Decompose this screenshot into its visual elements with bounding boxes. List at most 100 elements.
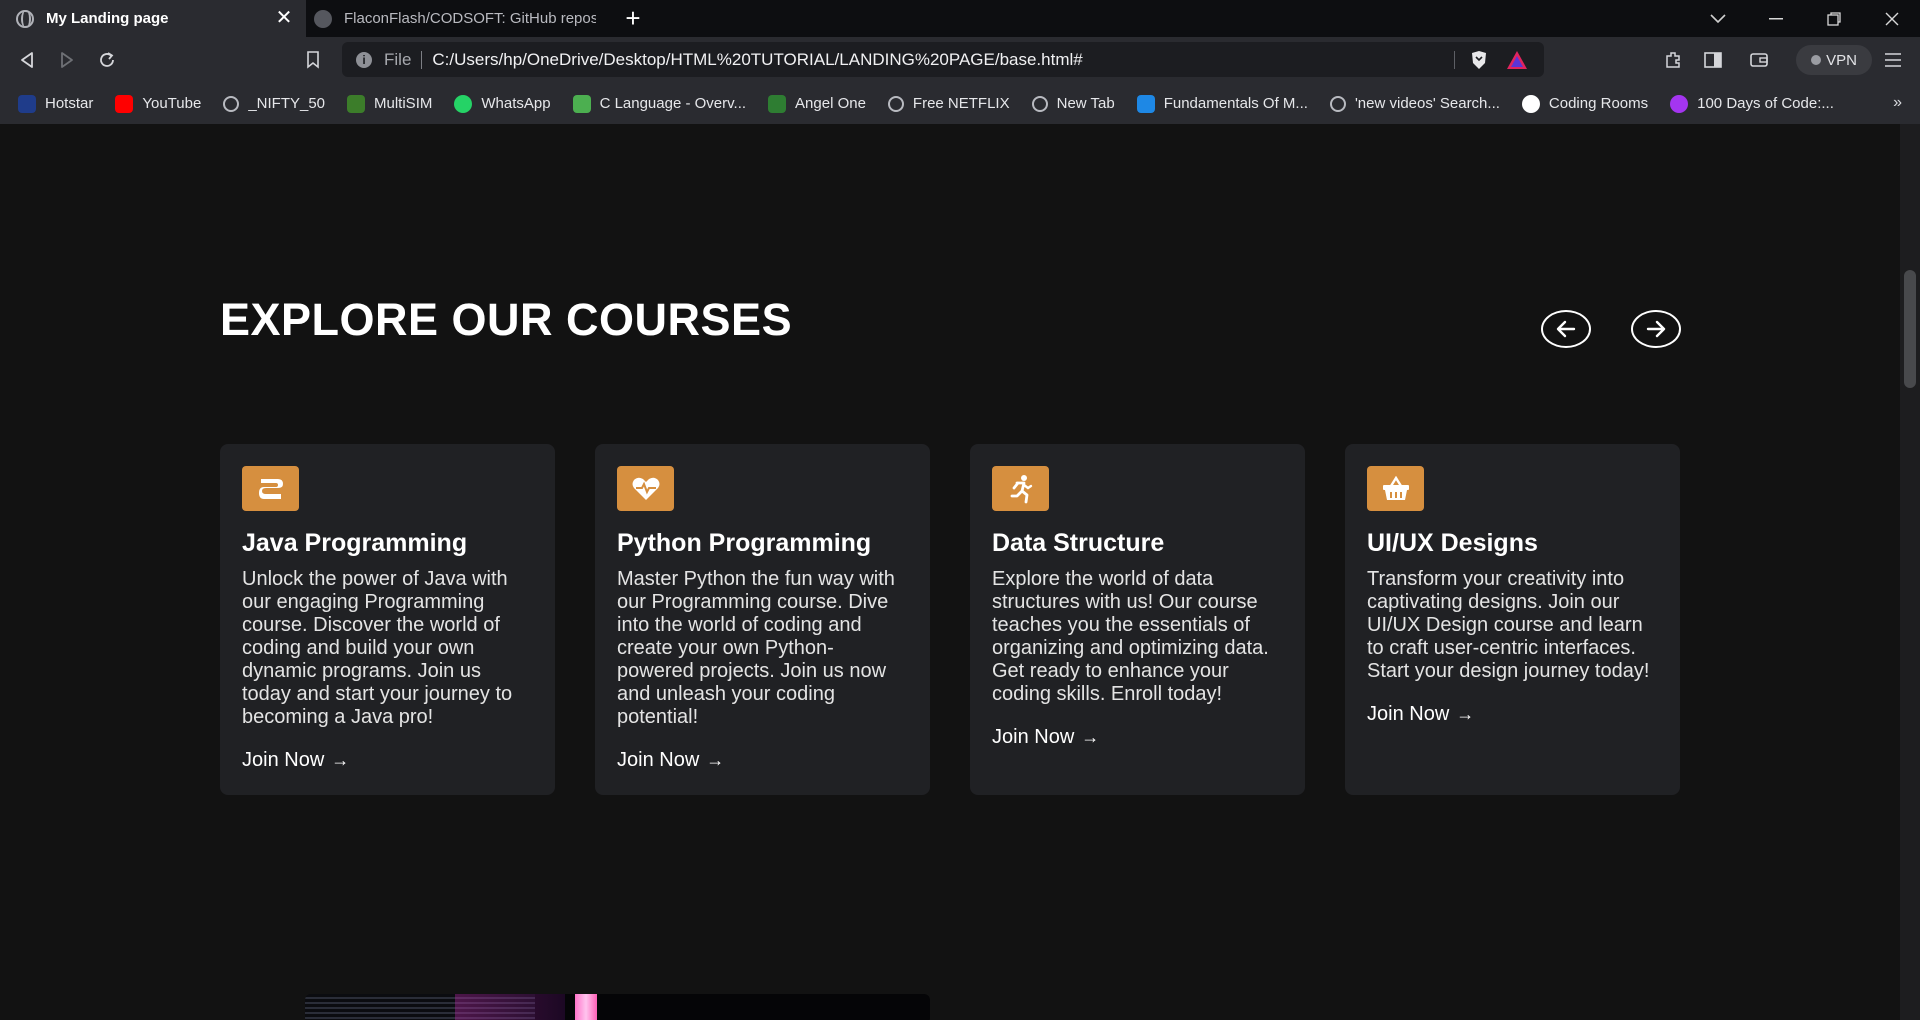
address-bar[interactable]: i File C:/Users/hp/OneDrive/Desktop/HTML… — [342, 42, 1544, 77]
bookmark-item[interactable]: Fundamentals Of M... — [1136, 94, 1308, 113]
coding-rooms-icon — [1521, 94, 1540, 113]
bookmark-label: _NIFTY_50 — [248, 95, 326, 112]
arrow-right-icon: → — [1456, 704, 1475, 724]
globe-icon — [887, 95, 904, 112]
udemy-icon — [1670, 94, 1689, 113]
vpn-status-icon — [1811, 55, 1822, 65]
course-card-python: Python Programming Master Python the fun… — [595, 444, 930, 795]
bookmark-item[interactable]: C Language - Overv... — [572, 94, 747, 113]
vpn-label: VPN — [1826, 51, 1857, 69]
heart-pulse-icon — [617, 466, 674, 511]
minimize-button[interactable] — [1748, 0, 1804, 37]
bookmark-label: New Tab — [1056, 95, 1115, 112]
vpn-button[interactable]: VPN — [1796, 45, 1872, 75]
bookmark-label: Coding Rooms — [1548, 95, 1649, 112]
running-person-icon — [992, 466, 1049, 511]
join-now-label: Join Now — [992, 726, 1075, 748]
back-button[interactable] — [12, 45, 42, 75]
course-title: Python Programming — [617, 529, 872, 557]
tab-title: FlaconFlash/CODSOFT: GitHub reposit — [344, 10, 596, 27]
bookmarks-overflow-icon[interactable]: » — [1893, 94, 1902, 112]
page-viewport: EXPLORE OUR COURSES Java Programming Unl… — [0, 124, 1900, 1020]
bookmark-item[interactable]: 'new videos' Search... — [1329, 95, 1500, 112]
course-description: Unlock the power of Java with our engagi… — [242, 568, 513, 728]
carousel-next-button[interactable] — [1631, 310, 1681, 348]
tab-search-dropdown-icon[interactable] — [1690, 0, 1746, 37]
course-card-java: Java Programming Unlock the power of Jav… — [220, 444, 555, 795]
tab-strip: My Landing page ✕ FlaconFlash/CODSOFT: G… — [0, 0, 1920, 37]
scrollbar-thumb[interactable] — [1904, 270, 1916, 388]
course-card-ui-ux: UI/UX Designs Transform your creativity … — [1345, 444, 1680, 795]
course-title: UI/UX Designs — [1367, 529, 1538, 557]
arrow-right-icon: → — [706, 750, 725, 770]
bookmark-item[interactable]: _NIFTY_50 — [223, 95, 325, 112]
reload-button[interactable] — [92, 45, 122, 75]
close-window-button[interactable] — [1864, 0, 1920, 37]
join-now-link[interactable]: Join Now → — [242, 749, 533, 772]
angel-one-icon — [768, 94, 787, 113]
wallet-icon[interactable] — [1744, 45, 1774, 75]
bookmark-page-icon[interactable] — [298, 45, 328, 75]
course-description: Master Python the fun way with our Progr… — [617, 568, 895, 728]
brave-shields-icon[interactable] — [1470, 50, 1488, 75]
bookmark-label: C Language - Overv... — [599, 95, 747, 112]
bookmark-item[interactable]: 100 Days of Code:... — [1670, 94, 1834, 113]
globe-icon — [1031, 95, 1048, 112]
globe-icon — [223, 95, 240, 112]
course-description: Explore the world of data structures wit… — [992, 568, 1269, 705]
new-tab-button[interactable]: + — [618, 2, 648, 34]
youtube-icon — [115, 94, 134, 113]
tab-close-icon[interactable]: ✕ — [272, 6, 296, 30]
image-light-strip — [575, 994, 597, 1020]
arrow-right-icon: → — [1081, 727, 1100, 747]
bookmark-label: Fundamentals Of M... — [1163, 95, 1308, 112]
restore-button[interactable] — [1806, 0, 1862, 37]
brave-rewards-icon[interactable] — [1506, 50, 1528, 75]
extensions-icon[interactable] — [1658, 45, 1688, 75]
scribd-icon — [1136, 94, 1155, 113]
sidebar-toggle-icon[interactable] — [1698, 45, 1728, 75]
bookmark-item[interactable]: MultiSIM — [347, 94, 432, 113]
shopping-basket-icon — [1367, 466, 1424, 511]
section-preview-image — [305, 994, 930, 1020]
menu-icon[interactable] — [1878, 45, 1908, 75]
url-text[interactable]: C:/Users/hp/OneDrive/Desktop/HTML%20TUTO… — [432, 50, 1082, 70]
bookmark-item[interactable]: New Tab — [1031, 95, 1115, 112]
course-title: Data Structure — [992, 529, 1165, 557]
forward-button[interactable] — [52, 45, 82, 75]
globe-icon — [16, 9, 34, 28]
course-description: Transform your creativity into captivati… — [1367, 568, 1650, 682]
bookmark-item[interactable]: Angel One — [768, 94, 866, 113]
bookmark-label: Free NETFLIX — [912, 95, 1010, 112]
github-icon — [314, 9, 332, 28]
section-title: EXPLORE OUR COURSES — [220, 294, 793, 345]
bookmark-item[interactable]: Free NETFLIX — [887, 95, 1010, 112]
tab-my-landing-page[interactable]: My Landing page ✕ — [0, 0, 306, 37]
carousel-prev-button[interactable] — [1541, 310, 1591, 348]
hotstar-icon — [18, 94, 36, 113]
join-now-link[interactable]: Join Now → — [617, 749, 908, 772]
bookmarks-bar: Hotstar YouTube _NIFTY_50 MultiSIM WhatsApp C… — [0, 83, 1920, 124]
bookmark-item[interactable]: WhatsApp — [454, 94, 551, 113]
tutorialspoint-icon — [572, 94, 591, 113]
bookmark-item[interactable]: Hotstar — [18, 94, 94, 113]
divider — [421, 50, 423, 69]
join-now-link[interactable]: Join Now → — [1367, 703, 1658, 726]
tab-title: My Landing page — [46, 10, 169, 27]
bookmark-label: 100 Days of Code:... — [1697, 95, 1834, 112]
site-info-icon[interactable]: i — [356, 51, 372, 68]
bookmark-item[interactable]: Coding Rooms — [1521, 94, 1649, 113]
bookmark-item[interactable]: YouTube — [115, 94, 201, 113]
arrow-right-icon — [1646, 320, 1666, 338]
whatsapp-icon — [454, 94, 473, 113]
page-scrollbar[interactable] — [1900, 124, 1920, 1020]
tab-github[interactable]: FlaconFlash/CODSOFT: GitHub reposit — [308, 0, 598, 37]
bookmark-label: 'new videos' Search... — [1354, 95, 1500, 112]
course-title: Java Programming — [242, 529, 468, 557]
join-now-label: Join Now — [617, 749, 700, 771]
globe-icon — [1329, 95, 1346, 112]
bookmark-label: Hotstar — [45, 95, 94, 112]
navigation-bar: i File C:/Users/hp/OneDrive/Desktop/HTML… — [0, 37, 1920, 83]
join-now-link[interactable]: Join Now → — [992, 726, 1283, 749]
bookmark-label: Angel One — [795, 95, 866, 112]
